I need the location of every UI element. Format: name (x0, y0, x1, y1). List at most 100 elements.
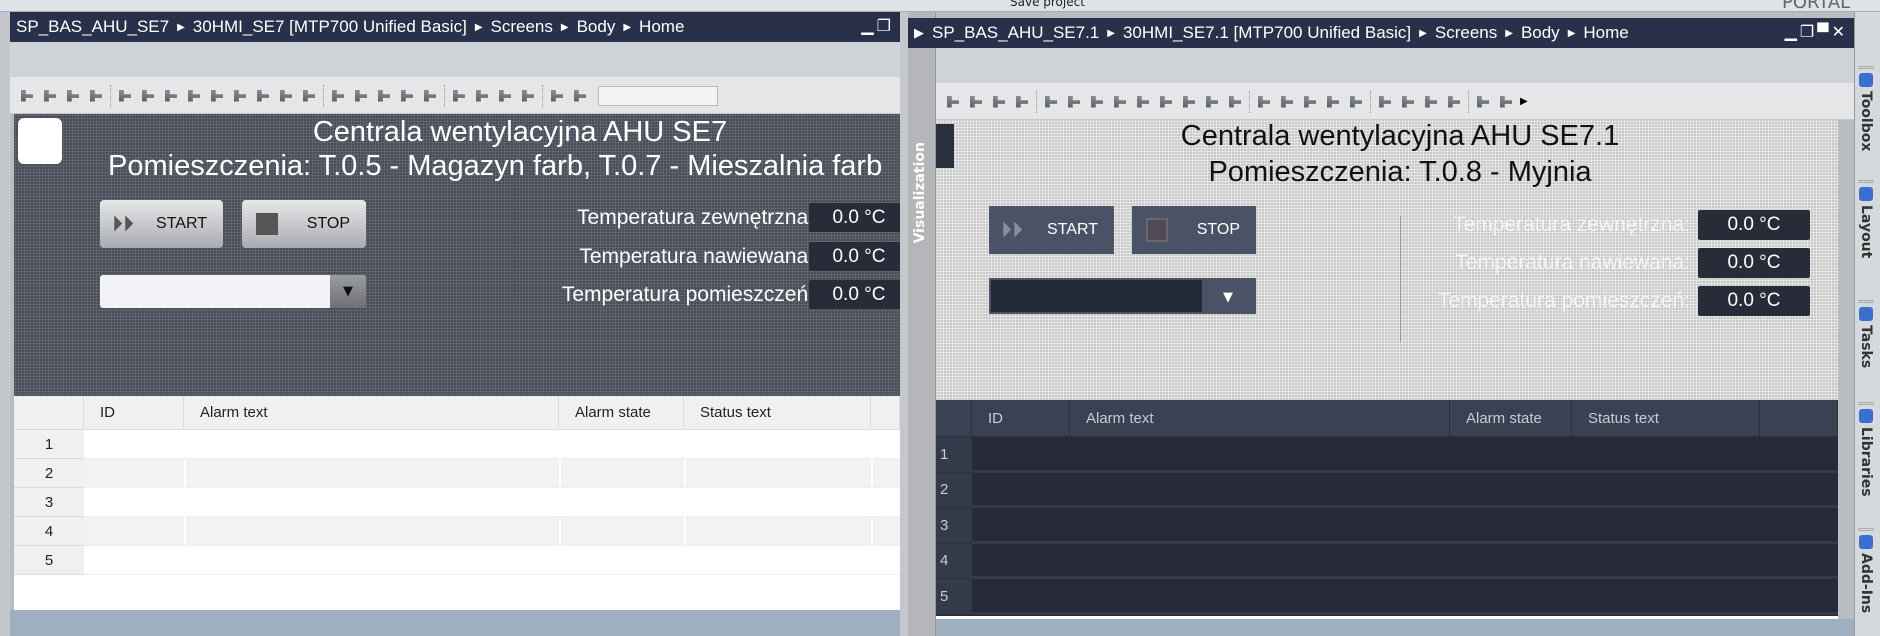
breadcrumb-item[interactable]: 30HMI_SE7 [MTP700 Unified Basic] (193, 17, 467, 37)
breadcrumb-item[interactable]: 30HMI_SE7.1 [MTP700 Unified Basic] (1123, 23, 1411, 43)
align-bottom-icon[interactable] (1157, 93, 1175, 111)
breadcrumb-item[interactable]: Home (1583, 23, 1628, 43)
center-horizontal-icon[interactable] (277, 87, 295, 105)
window-controls[interactable]: ▁❐▀✕ (1785, 22, 1848, 42)
right-alarm-table[interactable]: ID Alarm text Alarm state Status text 1 2 3 4 5 (936, 400, 1838, 616)
row-number[interactable]: 3 (14, 488, 84, 517)
row-number[interactable]: 4 (936, 543, 972, 579)
table-row[interactable] (972, 508, 1838, 544)
move-up-icon[interactable] (548, 87, 566, 105)
send-backward-icon[interactable] (496, 87, 514, 105)
column-header[interactable]: Alarm text (1070, 400, 1450, 437)
table-row[interactable] (84, 517, 900, 546)
center-icon[interactable] (1180, 93, 1198, 111)
bring-front-icon[interactable] (450, 87, 468, 105)
stop-button[interactable]: STOP (1132, 206, 1256, 254)
bring-forward-icon[interactable] (473, 87, 491, 105)
table-row[interactable] (972, 437, 1838, 473)
send-back-icon[interactable] (519, 87, 537, 105)
breadcrumb-item[interactable]: Body (577, 17, 616, 37)
row-number[interactable]: 3 (936, 508, 972, 544)
table-row[interactable] (972, 472, 1838, 508)
start-button[interactable]: ⏵⏵ START (989, 206, 1114, 254)
row-number[interactable]: 5 (936, 579, 972, 615)
align-middle-icon[interactable] (1134, 93, 1152, 111)
align-bottom-icon[interactable] (231, 87, 249, 105)
breadcrumb-item[interactable]: Home (639, 17, 684, 37)
center-vertical-icon[interactable] (300, 87, 318, 105)
align-right-icon[interactable] (1088, 93, 1106, 111)
window-controls[interactable]: ▁❐ (861, 16, 894, 36)
align-middle-icon[interactable] (208, 87, 226, 105)
column-header[interactable]: Status text (684, 396, 871, 430)
same-height-icon[interactable] (1301, 93, 1319, 111)
row-number[interactable]: 4 (14, 517, 84, 546)
distribute-horizontal-icon[interactable] (329, 87, 347, 105)
same-size-icon[interactable] (1347, 93, 1365, 111)
breadcrumb-item[interactable]: SP_BAS_AHU_SE7 (16, 17, 169, 37)
column-header-empty[interactable] (1760, 400, 1838, 437)
magic-wand-icon[interactable] (18, 87, 36, 105)
breadcrumb-item[interactable]: Body (1521, 23, 1560, 43)
row-header-corner[interactable] (14, 396, 84, 430)
send-backward-icon[interactable] (1422, 93, 1440, 111)
column-header[interactable]: Status text (1572, 400, 1760, 437)
align-center-icon[interactable] (139, 87, 157, 105)
align-left-icon[interactable] (1042, 93, 1060, 111)
visualization-tab[interactable]: Visualization (912, 142, 928, 243)
column-header[interactable]: Alarm state (559, 396, 684, 430)
column-header[interactable]: ID (84, 396, 184, 430)
bring-front-icon[interactable] (1376, 93, 1394, 111)
breadcrumb-item[interactable]: Screens (1435, 23, 1497, 43)
save-project-button[interactable]: Save project (1010, 0, 1085, 9)
center-icon[interactable] (254, 87, 272, 105)
chevron-down-icon[interactable]: ▼ (1202, 280, 1254, 312)
table-row[interactable] (84, 488, 900, 517)
align-top-icon[interactable] (185, 87, 203, 105)
table-row[interactable] (84, 546, 900, 575)
rotate-left-icon[interactable] (990, 93, 1008, 111)
magic-wand-icon[interactable] (944, 93, 962, 111)
table-row[interactable] (84, 459, 900, 488)
left-alarm-table[interactable]: ID Alarm text Alarm state Status text 1 2 3 4 5 (14, 396, 900, 610)
stop-button[interactable]: STOP (242, 200, 366, 248)
column-header[interactable]: Alarm text (184, 396, 559, 430)
center-horizontal-icon[interactable] (1203, 93, 1221, 111)
move-down-icon[interactable] (1497, 93, 1515, 111)
mode-dropdown[interactable]: ▼ (100, 275, 366, 308)
chevron-down-icon[interactable]: ▼ (330, 275, 366, 308)
row-number[interactable]: 1 (936, 437, 972, 473)
rotate-left-icon[interactable] (64, 87, 82, 105)
row-number[interactable]: 2 (14, 459, 84, 488)
task-card-toolbox[interactable]: Toolbox (1858, 66, 1874, 151)
rotate-right-icon[interactable] (41, 87, 59, 105)
column-header-empty[interactable] (871, 396, 900, 430)
bring-forward-icon[interactable] (1399, 93, 1417, 111)
distribute-horizontal-icon[interactable] (1255, 93, 1273, 111)
column-header[interactable]: ID (972, 400, 1070, 437)
align-right-icon[interactable] (162, 87, 180, 105)
align-top-icon[interactable] (1111, 93, 1129, 111)
breadcrumb-item[interactable]: Screens (491, 17, 553, 37)
rotate-icon[interactable] (87, 87, 105, 105)
center-vertical-icon[interactable] (1226, 93, 1244, 111)
breadcrumb-item[interactable]: SP_BAS_AHU_SE7.1 (932, 23, 1099, 43)
same-width-icon[interactable] (398, 87, 416, 105)
row-header-corner[interactable] (936, 400, 972, 437)
row-number[interactable]: 5 (14, 546, 84, 575)
task-card-add-ins[interactable]: Add-Ins (1858, 528, 1874, 613)
same-height-icon[interactable] (375, 87, 393, 105)
splitter[interactable] (900, 12, 908, 636)
move-down-icon[interactable] (571, 87, 589, 105)
send-back-icon[interactable] (1445, 93, 1463, 111)
align-left-icon[interactable] (116, 87, 134, 105)
task-card-tasks[interactable]: Tasks (1858, 300, 1874, 368)
table-row[interactable] (972, 579, 1838, 615)
toolbar-field[interactable] (598, 85, 718, 106)
mode-dropdown[interactable]: ▼ (989, 278, 1256, 314)
row-number[interactable]: 2 (936, 472, 972, 508)
task-card-layout[interactable]: Layout (1858, 180, 1874, 258)
more-arrow-icon[interactable]: ▶ (1520, 96, 1528, 107)
table-row[interactable] (84, 430, 900, 459)
same-size-icon[interactable] (421, 87, 439, 105)
